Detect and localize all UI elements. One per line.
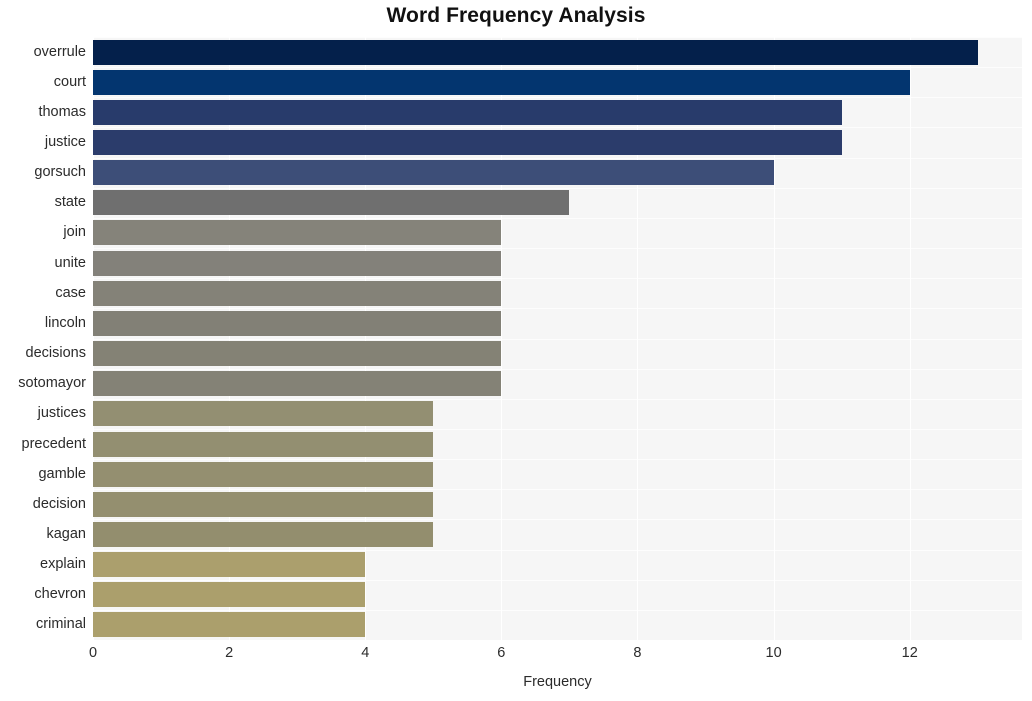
bar-justices bbox=[93, 401, 434, 427]
gridline-horizontal bbox=[93, 459, 1022, 460]
gridline-horizontal bbox=[93, 248, 1022, 249]
bar-lincoln bbox=[93, 310, 502, 336]
bar-join bbox=[93, 220, 502, 246]
x-tick-label-8: 8 bbox=[633, 645, 642, 661]
bar-chevron bbox=[93, 582, 366, 608]
gridline-horizontal bbox=[93, 399, 1022, 400]
gridline-horizontal bbox=[93, 489, 1022, 490]
bar-overrule bbox=[93, 39, 978, 65]
x-axis-tick-labels: 0 2 4 6 8 10 12 bbox=[0, 645, 1032, 669]
bar-sotomayor bbox=[93, 371, 502, 397]
gridline-horizontal bbox=[93, 429, 1022, 430]
bar-state bbox=[93, 190, 570, 216]
y-axis-tick-labels: overrule court thomas justice gorsuch state jo… bbox=[0, 37, 86, 640]
gridline-horizontal bbox=[93, 188, 1022, 189]
y-tick-label-case: case bbox=[55, 284, 86, 301]
gridline-horizontal bbox=[93, 37, 1022, 38]
x-axis-title: Frequency bbox=[523, 674, 592, 690]
bar-decision bbox=[93, 491, 434, 517]
y-tick-label-gamble: gamble bbox=[38, 465, 86, 482]
y-tick-label-justice: justice bbox=[44, 134, 86, 151]
x-tick-label-2: 2 bbox=[225, 645, 234, 661]
bar-gamble bbox=[93, 461, 434, 487]
gridline-horizontal bbox=[93, 339, 1022, 340]
gridline-horizontal bbox=[93, 97, 1022, 98]
x-tick-label-4: 4 bbox=[361, 645, 370, 661]
y-tick-label-lincoln: lincoln bbox=[44, 314, 86, 331]
y-tick-label-join: join bbox=[63, 224, 86, 241]
gridline-horizontal bbox=[93, 67, 1022, 68]
gridline-horizontal bbox=[93, 278, 1022, 279]
bar-case bbox=[93, 280, 502, 306]
gridline-horizontal bbox=[93, 127, 1022, 128]
y-tick-label-decisions: decisions bbox=[25, 345, 86, 362]
bar-gorsuch bbox=[93, 160, 774, 186]
y-tick-label-justices: justices bbox=[37, 405, 86, 422]
bar-criminal bbox=[93, 612, 366, 638]
gridline-horizontal bbox=[93, 580, 1022, 581]
bar-precedent bbox=[93, 431, 434, 457]
y-tick-label-criminal: criminal bbox=[36, 616, 86, 633]
bar-thomas bbox=[93, 99, 842, 125]
bar-court bbox=[93, 69, 910, 95]
y-tick-label-sotomayor: sotomayor bbox=[18, 375, 86, 392]
y-tick-label-decision: decision bbox=[32, 495, 86, 512]
y-tick-label-kagan: kagan bbox=[46, 525, 86, 542]
gridline-horizontal bbox=[93, 550, 1022, 551]
bar-kagan bbox=[93, 521, 434, 547]
y-tick-label-chevron: chevron bbox=[34, 586, 86, 603]
x-tick-label-0: 0 bbox=[88, 645, 98, 661]
gridline-horizontal bbox=[93, 218, 1022, 219]
bar-justice bbox=[93, 130, 842, 156]
gridline-horizontal bbox=[93, 519, 1022, 520]
y-tick-label-court: court bbox=[53, 73, 86, 90]
x-tick-label-6: 6 bbox=[497, 645, 506, 661]
y-tick-label-precedent: precedent bbox=[21, 435, 87, 452]
gridline-horizontal bbox=[93, 308, 1022, 309]
y-tick-label-unite: unite bbox=[54, 254, 86, 271]
y-tick-label-gorsuch: gorsuch bbox=[34, 164, 86, 181]
bar-decisions bbox=[93, 341, 502, 367]
gridline-horizontal bbox=[93, 158, 1022, 159]
gridline-horizontal bbox=[93, 369, 1022, 370]
bar-unite bbox=[93, 250, 502, 276]
y-tick-label-explain: explain bbox=[40, 556, 86, 573]
word-frequency-chart: Word Frequency Analysis overrule court tho… bbox=[0, 0, 1032, 701]
chart-title: Word Frequency Analysis bbox=[386, 4, 646, 27]
x-tick-label-10: 10 bbox=[765, 645, 782, 661]
x-tick-label-12: 12 bbox=[901, 645, 918, 661]
y-tick-label-thomas: thomas bbox=[38, 103, 86, 120]
gridline-horizontal bbox=[93, 610, 1022, 611]
bar-explain bbox=[93, 552, 366, 578]
y-tick-label-state: state bbox=[54, 194, 86, 211]
plot-area bbox=[93, 37, 1022, 640]
y-tick-label-overrule: overrule bbox=[33, 43, 86, 60]
